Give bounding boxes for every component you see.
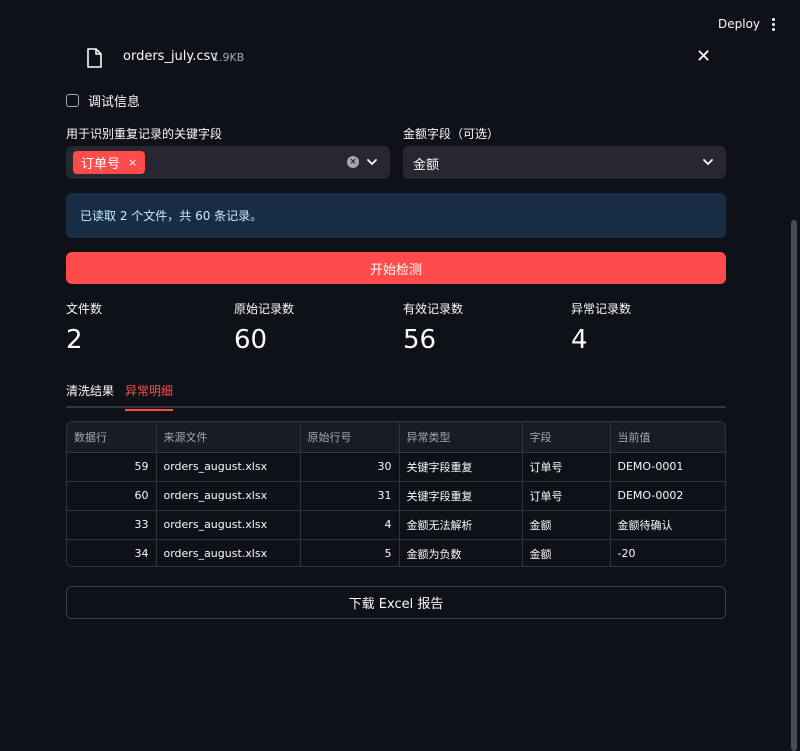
table-cell[interactable]: orders_august.xlsx	[156, 510, 301, 540]
chevron-down-icon[interactable]	[701, 155, 715, 169]
table-header-row: 数据行 来源文件 原始行号 异常类型 字段 当前值	[67, 422, 725, 453]
table-row: 33 orders_august.xlsx 4 金额无法解析 金额 金额待确认	[67, 510, 725, 540]
table-cell[interactable]: 金额待确认	[610, 510, 725, 540]
table-cell[interactable]: 金额为负数	[399, 539, 523, 566]
amount-field-value: 金额	[413, 158, 440, 173]
metric-valid-records: 有效记录数 56	[403, 300, 463, 355]
table-cell[interactable]: 金额无法解析	[399, 510, 523, 540]
table-cell[interactable]: 30	[300, 452, 400, 482]
file-size: 1.9KB	[212, 51, 245, 64]
table-cell[interactable]: 关键字段重复	[399, 481, 523, 511]
table-row: 60 orders_august.xlsx 31 关键字段重复 订单号 DEMO…	[67, 481, 725, 511]
table-cell[interactable]: 5	[300, 539, 400, 566]
table-cell[interactable]: orders_august.xlsx	[156, 452, 301, 482]
clear-icon[interactable]: ×	[347, 156, 359, 168]
kebab-menu-icon[interactable]	[764, 14, 782, 34]
column-header[interactable]: 当前值	[610, 422, 725, 453]
debug-checkbox[interactable]	[66, 94, 79, 107]
table-cell[interactable]: 59	[67, 452, 157, 482]
metric-value: 4	[571, 325, 588, 355]
tag-remove-icon[interactable]: ×	[128, 156, 137, 169]
metric-anomaly-records: 异常记录数 4	[571, 300, 631, 355]
table-cell[interactable]: 订单号	[522, 452, 611, 482]
deploy-button[interactable]: Deploy	[718, 17, 760, 31]
download-excel-button[interactable]: 下载 Excel 报告	[66, 586, 726, 619]
table-cell[interactable]: -20	[610, 539, 725, 566]
metric-value: 56	[403, 325, 437, 355]
table-cell[interactable]: 订单号	[522, 481, 611, 511]
close-icon[interactable]: ✕	[696, 48, 711, 66]
table-cell[interactable]: 4	[300, 510, 400, 540]
metric-label: 有效记录数	[403, 302, 464, 316]
metric-label: 文件数	[66, 302, 103, 316]
metric-value: 60	[234, 325, 268, 355]
table-cell[interactable]: 60	[67, 481, 157, 511]
table-cell[interactable]: 33	[67, 510, 157, 540]
metric-raw-records: 原始记录数 60	[234, 300, 294, 355]
tab-clean-results[interactable]: 清洗结果	[66, 382, 114, 409]
amount-field-label: 金额字段（可选）	[403, 127, 500, 141]
metric-label: 原始记录数	[234, 302, 295, 316]
debug-checkbox-row[interactable]: 调试信息	[66, 91, 140, 110]
table-cell[interactable]: 金额	[522, 539, 611, 566]
table-row: 34 orders_august.xlsx 5 金额为负数 金额 -20	[67, 539, 725, 566]
column-header[interactable]: 原始行号	[300, 422, 400, 453]
anomaly-table[interactable]: 数据行 来源文件 原始行号 异常类型 字段 当前值 59 orders_augu…	[66, 421, 726, 567]
table-cell[interactable]: orders_august.xlsx	[156, 481, 301, 511]
table-cell[interactable]: 31	[300, 481, 400, 511]
tag-label: 订单号	[81, 157, 121, 172]
metric-file-count: 文件数 2	[66, 300, 102, 355]
column-header[interactable]: 数据行	[67, 422, 157, 453]
start-detection-button[interactable]: 开始检测	[66, 252, 726, 284]
column-header[interactable]: 异常类型	[399, 422, 523, 453]
scrollbar[interactable]	[791, 220, 797, 751]
uploaded-file-row: orders_july.csv 1.9KB ✕	[66, 40, 726, 74]
amount-field-select[interactable]: 金额	[403, 146, 726, 179]
table-row: 59 orders_august.xlsx 30 关键字段重复 订单号 DEMO…	[67, 452, 725, 482]
table-cell[interactable]: DEMO-0002	[610, 481, 725, 511]
debug-checkbox-label: 调试信息	[88, 95, 141, 110]
column-header[interactable]: 字段	[522, 422, 611, 453]
metric-value: 2	[66, 325, 83, 355]
table-cell[interactable]: DEMO-0001	[610, 452, 725, 482]
file-name: orders_july.csv	[123, 49, 218, 64]
key-field-multiselect[interactable]: 订单号 × ×	[66, 146, 390, 179]
metric-label: 异常记录数	[571, 302, 632, 316]
chevron-down-icon[interactable]	[365, 155, 379, 169]
key-field-label: 用于识别重复记录的关键字段	[66, 127, 223, 141]
column-header[interactable]: 来源文件	[156, 422, 301, 453]
selected-tag[interactable]: 订单号 ×	[73, 151, 146, 174]
file-icon	[87, 48, 102, 68]
info-alert: 已读取 2 个文件，共 60 条记录。	[66, 193, 726, 238]
info-text: 已读取 2 个文件，共 60 条记录。	[80, 209, 263, 223]
table-cell[interactable]: 金额	[522, 510, 611, 540]
table-cell[interactable]: 关键字段重复	[399, 452, 523, 482]
table-cell[interactable]: orders_august.xlsx	[156, 539, 301, 566]
table-cell[interactable]: 34	[67, 539, 157, 566]
tab-bar: 清洗结果 异常明细	[66, 380, 726, 411]
tab-anomaly-details[interactable]: 异常明细	[125, 382, 174, 411]
